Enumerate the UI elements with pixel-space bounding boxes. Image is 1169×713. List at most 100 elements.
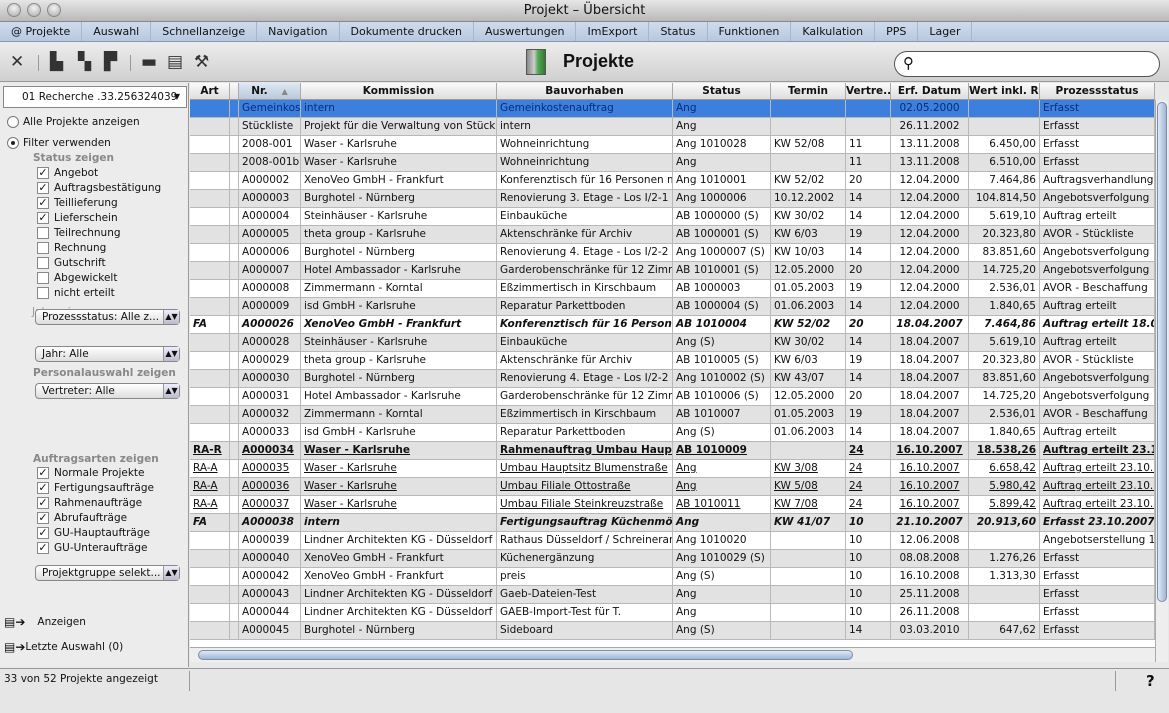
checkbox-teilrechnung[interactable]: Teilrechnung	[37, 227, 121, 239]
table-row[interactable]: RA-R A000034 Waser - Karlsruhe Rahmenauftra…	[190, 442, 1155, 460]
table-row[interactable]: A000043 Lindner Architekten KG - Düsseldo…	[190, 586, 1155, 604]
edit-project-icon[interactable]: ▚	[78, 52, 91, 72]
projektgruppe-select[interactable]: Projektgruppe selekt... ▲▼	[35, 565, 180, 581]
checkbox-abrufauftrge[interactable]: ✓ Abrufaufträge	[37, 512, 127, 524]
table-row[interactable]: Gemeinkos intern Gemeinkostenauftrag Ang 02.…	[190, 100, 1155, 118]
tab-dokumentedrucken[interactable]: Dokumente drucken	[340, 22, 474, 41]
cell-kommission: Waser - Karlsruhe	[301, 460, 497, 477]
column-header-7[interactable]: Vertre...	[846, 83, 891, 99]
table-row[interactable]: A000045 Burghotel - Nürnberg Sideboard Ang …	[190, 622, 1155, 640]
table-row[interactable]: FA A000026 XenoVeo GmbH - Frankfurt Konfere…	[190, 316, 1155, 334]
table-row[interactable]: A000044 Lindner Architekten KG - Düsseldo…	[190, 604, 1155, 622]
search-input[interactable]: ⚲	[894, 51, 1160, 77]
table-row[interactable]: A000008 Zimmermann - Korntal Eßzimmertisch…	[190, 280, 1155, 298]
table-row[interactable]: A000030 Burghotel - Nürnberg Renovierung 4…	[190, 370, 1155, 388]
table-row[interactable]: A000002 XenoVeo GmbH - Frankfurt Konferenz…	[190, 172, 1155, 190]
table-row[interactable]: A000032 Zimmermann - Korntal Eßzimmertisch…	[190, 406, 1155, 424]
table-row[interactable]: A000006 Burghotel - Nürnberg Renovierung 4…	[190, 244, 1155, 262]
new-project-icon[interactable]: ▙	[50, 52, 63, 72]
cell-kommission: XenoVeo GmbH - Frankfurt	[301, 550, 497, 567]
table-row[interactable]: A000039 Lindner Architekten KG - Düsseldo…	[190, 532, 1155, 550]
duplicate-project-icon[interactable]: ▛	[104, 52, 117, 72]
cell-bauvorhaben: Umbau Hauptsitz Blumenstraße	[497, 460, 673, 477]
table-row[interactable]: A000007 Hotel Ambassador - Karlsruhe Garde…	[190, 262, 1155, 280]
close-window-button[interactable]	[7, 3, 21, 17]
tab-navigation[interactable]: Navigation	[257, 22, 340, 41]
checkbox-guunterauftrge[interactable]: ✓ GU-Unteraufträge	[37, 542, 147, 554]
cell-termin	[771, 154, 846, 171]
checkbox-gutschrift[interactable]: Gutschrift	[37, 257, 106, 269]
search-icon[interactable]: ⚲	[903, 54, 914, 72]
vertical-scrollbar[interactable]	[1155, 100, 1168, 662]
scroll-thumb[interactable]	[198, 650, 853, 660]
column-header-4[interactable]: Bauvorhaben	[497, 83, 673, 99]
column-header-0[interactable]: Art	[190, 83, 230, 99]
table-row[interactable]: A000003 Burghotel - Nürnberg Renovierung 3…	[190, 190, 1155, 208]
table-row[interactable]: A000005 theta group - Karlsruhe Aktenschrä…	[190, 226, 1155, 244]
prozessstatus-select[interactable]: Prozessstatus: Alle z... ▲▼	[35, 309, 180, 325]
tab-projekte[interactable]: @ Projekte	[0, 22, 83, 41]
trash-icon[interactable]: ▬	[141, 52, 157, 72]
print-icon[interactable]: ▤	[167, 52, 183, 72]
checkbox-nichterteilt[interactable]: nicht erteilt	[37, 287, 115, 299]
cell-status: Ang (S)	[673, 622, 771, 639]
checkbox-abgewickelt[interactable]: Abgewickelt	[37, 272, 117, 284]
checkbox-angebot[interactable]: ✓ Angebot	[37, 167, 98, 179]
tab-imexport[interactable]: ImExport	[576, 22, 650, 41]
tools-icon[interactable]: ⚒	[194, 52, 209, 72]
tab-schnellanzeige[interactable]: Schnellanzeige	[151, 22, 258, 41]
vertreter-select[interactable]: Vertreter: Alle ▲▼	[35, 383, 180, 399]
radio-use-filter[interactable]: Filter verwenden	[7, 137, 111, 149]
tab-funktionen[interactable]: Funktionen	[708, 22, 792, 41]
column-header-3[interactable]: Kommission	[301, 83, 497, 99]
column-header-10[interactable]: Prozessstatus	[1040, 83, 1155, 99]
table-row[interactable]: RA-A A000037 Waser - Karlsruhe Umbau Filial…	[190, 496, 1155, 514]
table-row[interactable]: 2008-001 Waser - Karlsruhe Wohneinrichtung…	[190, 136, 1155, 154]
tab-auswahl[interactable]: Auswahl	[82, 22, 152, 41]
checkbox-guhauptauftrge[interactable]: ✓ GU-Hauptaufträge	[37, 527, 150, 539]
column-header-2[interactable]: Nr. ▲	[239, 83, 301, 99]
column-header-9[interactable]: Wert inkl. R...	[969, 83, 1040, 99]
column-header-8[interactable]: Erf. Datum	[891, 83, 969, 99]
column-header-5[interactable]: Status	[673, 83, 771, 99]
column-header-1[interactable]	[230, 83, 239, 99]
column-header-6[interactable]: Termin	[771, 83, 846, 99]
checkbox-teillieferung[interactable]: ✓ Teillieferung	[37, 197, 118, 209]
checkbox-auftragsbesttigung[interactable]: ✓ Auftragsbestätigung	[37, 182, 161, 194]
tab-status[interactable]: Status	[649, 22, 708, 41]
scroll-thumb[interactable]	[1157, 102, 1167, 602]
radio-all-projects[interactable]: Alle Projekte anzeigen	[7, 116, 140, 128]
table-row[interactable]: RA-A A000036 Waser - Karlsruhe Umbau Filial…	[190, 478, 1155, 496]
table-row[interactable]: FA A000038 intern Fertigungsauftrag Küchenm…	[190, 514, 1155, 532]
jahr-select[interactable]: Jahr: Alle ▲▼	[35, 346, 180, 362]
anzeigen-button[interactable]: ▤➔ Anzeigen	[4, 615, 86, 629]
recherche-select[interactable]: 01 Recherche .33.256324039 ▼	[3, 86, 187, 108]
table-row[interactable]: A000004 Steinhäuser - Karlsruhe Einbauküch…	[190, 208, 1155, 226]
minimize-window-button[interactable]	[27, 3, 41, 17]
table-row[interactable]: A000009 isd GmbH - Karlsruhe Reparatur Par…	[190, 298, 1155, 316]
tab-lager[interactable]: Lager	[918, 22, 973, 41]
zoom-window-button[interactable]	[47, 3, 61, 17]
tab-pps[interactable]: PPS	[875, 22, 919, 41]
help-button[interactable]: ?	[1146, 672, 1155, 690]
checkbox-normaleprojekte[interactable]: ✓ Normale Projekte	[37, 467, 144, 479]
tab-auswertungen[interactable]: Auswertungen	[474, 22, 577, 41]
checkbox-rechnung[interactable]: Rechnung	[37, 242, 106, 254]
table-row[interactable]: A000040 XenoVeo GmbH - Frankfurt Küchenerg…	[190, 550, 1155, 568]
checkbox-lieferschein[interactable]: ✓ Lieferschein	[37, 212, 118, 224]
horizontal-scrollbar[interactable]	[190, 647, 1155, 662]
table-row[interactable]: 2008-001b Waser - Karlsruhe Wohneinrichtun…	[190, 154, 1155, 172]
table-row[interactable]: A000029 theta group - Karlsruhe Aktenschrä…	[190, 352, 1155, 370]
table-row[interactable]: A000042 XenoVeo GmbH - Frankfurt preis Ang …	[190, 568, 1155, 586]
table-row[interactable]: A000031 Hotel Ambassador - Karlsruhe Garde…	[190, 388, 1155, 406]
table-row[interactable]: A000033 isd GmbH - Karlsruhe Reparatur Par…	[190, 424, 1155, 442]
table-row[interactable]: RA-A A000035 Waser - Karlsruhe Umbau Haupts…	[190, 460, 1155, 478]
tab-kalkulation[interactable]: Kalkulation	[791, 22, 876, 41]
close-icon[interactable]: ✕	[10, 52, 24, 72]
table-row[interactable]: A000028 Steinhäuser - Karlsruhe Einbauküch…	[190, 334, 1155, 352]
letzte-auswahl-button[interactable]: ▤➔ Letzte Auswahl (0)	[4, 640, 123, 654]
checkbox-rahmenauftrge[interactable]: ✓ Rahmenaufträge	[37, 497, 142, 509]
checkbox-fertigungsauftrge[interactable]: ✓ Fertigungsaufträge	[37, 482, 154, 494]
cell-kommission: Waser - Karlsruhe	[301, 496, 497, 513]
table-row[interactable]: Stückliste Projekt für die Verwaltung von…	[190, 118, 1155, 136]
